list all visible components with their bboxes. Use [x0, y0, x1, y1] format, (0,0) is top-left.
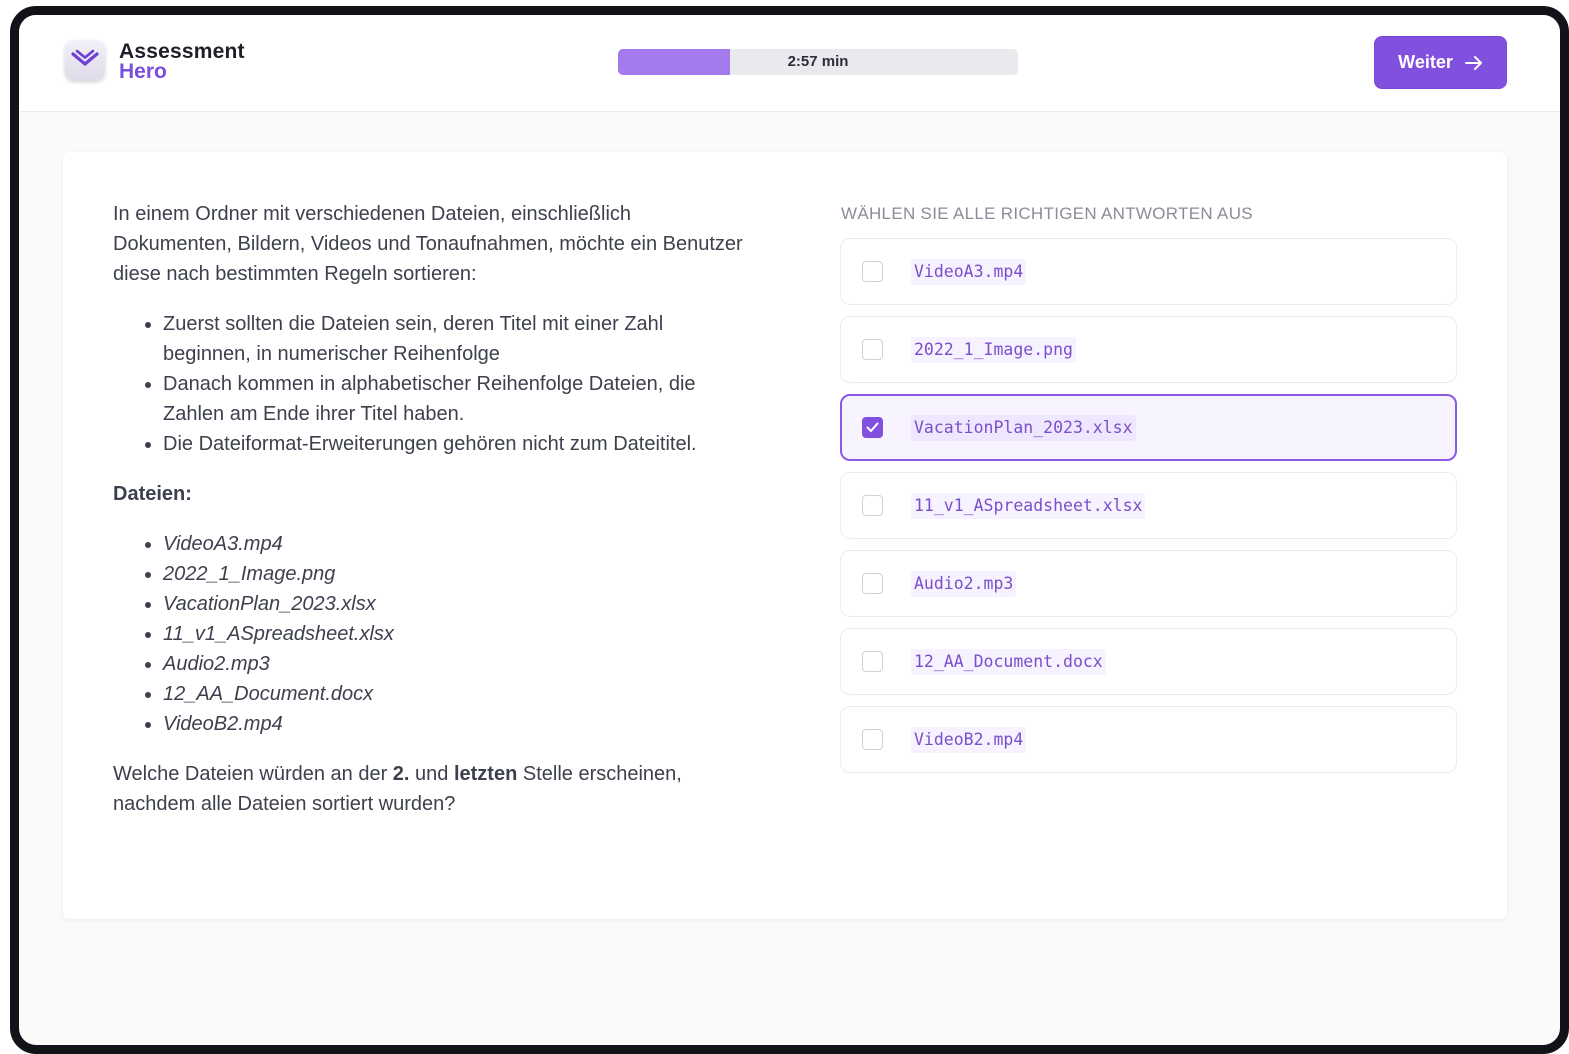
file-item: VideoB2.mp4 [163, 709, 753, 739]
prompt-text: und [409, 763, 454, 785]
answer-instruction: WÄHLEN SIE ALLE RICHTIGEN ANTWORTEN AUS [841, 204, 1253, 223]
next-button[interactable]: Weiter [1374, 36, 1507, 89]
file-item: 2022_1_Image.png [163, 559, 753, 589]
checkbox[interactable] [862, 261, 883, 282]
app-window: Assessment Hero 2:57 min Weiter In einem… [10, 6, 1569, 1054]
question-text: In einem Ordner mit verschiedenen Dateie… [113, 199, 753, 819]
answer-option-label: VideoB2.mp4 [911, 727, 1027, 753]
checkbox[interactable] [862, 339, 883, 360]
file-item: VacationPlan_2023.xlsx [163, 589, 753, 619]
file-item: 11_v1_ASpreadsheet.xlsx [163, 619, 753, 649]
prompt-emphasis: letzten [453, 763, 518, 785]
checkbox[interactable] [862, 651, 883, 672]
answer-option[interactable]: 11_v1_ASpreadsheet.xlsx [840, 472, 1457, 539]
file-item: Audio2.mp3 [163, 649, 753, 679]
answer-option-label: VacationPlan_2023.xlsx [911, 415, 1136, 441]
rule-item: Zuerst sollten die Dateien sein, deren T… [163, 309, 753, 369]
brand-name-accent: Hero [119, 60, 167, 83]
next-button-label: Weiter [1398, 52, 1453, 72]
timer-label: 2:57 min [787, 53, 849, 70]
answer-option[interactable]: VideoB2.mp4 [840, 706, 1457, 773]
timer-progress-bar: 2:57 min [618, 49, 1018, 75]
file-item: 12_AA_Document.docx [163, 679, 753, 709]
answer-option-label: 2022_1_Image.png [911, 337, 1076, 363]
answer-option[interactable]: 2022_1_Image.png [840, 316, 1457, 383]
top-bar: Assessment Hero 2:57 min Weiter [19, 15, 1560, 112]
checkbox[interactable] [862, 417, 883, 438]
question-prompt: Welche Dateien würden an der 2. und letz… [113, 759, 753, 819]
checkbox[interactable] [862, 729, 883, 750]
answer-option-label: VideoA3.mp4 [911, 259, 1027, 285]
rule-item: Danach kommen in alphabetischer Reihenfo… [163, 369, 753, 429]
answer-option[interactable]: Audio2.mp3 [840, 550, 1457, 617]
answer-option-label: 11_v1_ASpreadsheet.xlsx [911, 493, 1146, 519]
checkbox[interactable] [862, 495, 883, 516]
question-card: In einem Ordner mit verschiedenen Dateie… [63, 152, 1507, 919]
rule-item: Die Dateiformat-Erweiterungen gehören ni… [163, 429, 753, 459]
file-item: VideoA3.mp4 [163, 529, 753, 559]
prompt-text: Welche Dateien würden an der [113, 763, 393, 785]
answer-option[interactable]: 12_AA_Document.docx [840, 628, 1457, 695]
checkbox[interactable] [862, 573, 883, 594]
answer-option-label: 12_AA_Document.docx [911, 649, 1106, 675]
prompt-emphasis: 2. [392, 763, 410, 785]
checkmark-icon [866, 422, 879, 432]
answer-option[interactable]: VideoA3.mp4 [840, 238, 1457, 305]
rules-list: Zuerst sollten die Dateien sein, deren T… [113, 309, 753, 459]
file-list: VideoA3.mp4 2022_1_Image.png VacationPla… [113, 529, 753, 739]
answer-option[interactable]: VacationPlan_2023.xlsx [840, 394, 1457, 461]
arrow-right-icon [1464, 55, 1482, 70]
files-heading: Dateien: [113, 483, 192, 505]
logo-icon [65, 40, 105, 80]
answer-option-label: Audio2.mp3 [911, 571, 1017, 597]
question-intro: In einem Ordner mit verschiedenen Dateie… [113, 203, 743, 285]
